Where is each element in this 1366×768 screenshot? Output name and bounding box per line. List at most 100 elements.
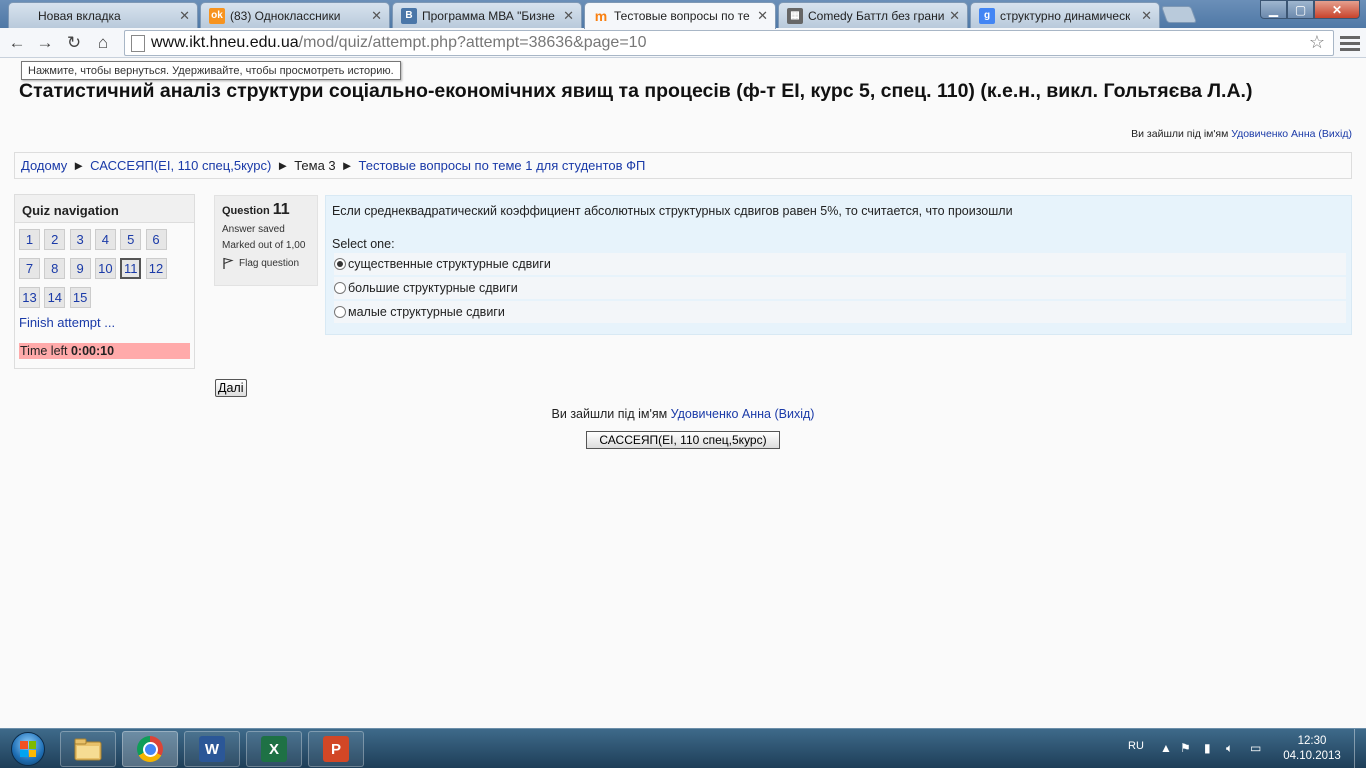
new-tab-button[interactable] xyxy=(1160,6,1198,23)
taskbar-excel[interactable]: X xyxy=(246,731,302,767)
quiz-navigation-title: Quiz navigation xyxy=(15,195,194,223)
google-icon: g xyxy=(979,7,995,24)
taskbar-chrome[interactable] xyxy=(122,731,178,767)
start-button[interactable] xyxy=(4,731,52,767)
quiz-nav-question-button[interactable]: 5 xyxy=(120,229,142,250)
quiz-nav-question-button[interactable]: 13 xyxy=(19,287,40,308)
quiz-nav-question-button[interactable]: 8 xyxy=(44,258,66,279)
language-indicator[interactable]: RU xyxy=(1128,740,1144,752)
browser-tabstrip: Новая вкладка ✕ ok (83) Одноклассники ✕ … xyxy=(0,0,1366,29)
clock-time: 12:30 xyxy=(1297,735,1327,747)
quiz-nav-question-button[interactable]: 11 xyxy=(120,258,142,279)
browser-tab[interactable]: ok (83) Одноклассники ✕ xyxy=(200,2,390,28)
close-tab-icon[interactable]: ✕ xyxy=(179,8,190,24)
taskbar-word[interactable]: W xyxy=(184,731,240,767)
user-profile-link[interactable]: Удовиченко Анна xyxy=(1231,128,1315,140)
chrome-icon xyxy=(137,736,163,762)
close-tab-icon[interactable]: ✕ xyxy=(371,8,382,24)
url-host: www.ikt.hneu.edu.ua xyxy=(151,34,299,51)
tab-title: Новая вкладка xyxy=(38,8,121,23)
browser-tab[interactable]: ▦ Comedy Баттл без грани ✕ xyxy=(778,2,968,28)
radio-button[interactable] xyxy=(334,282,346,294)
home-icon[interactable]: ⌂ xyxy=(92,32,114,54)
question-number: Question 11 xyxy=(222,201,310,219)
finish-attempt-link[interactable]: Finish attempt ... xyxy=(19,315,115,330)
moodle-icon: m xyxy=(594,8,608,24)
clock[interactable]: 12:30 04.10.2013 xyxy=(1282,734,1342,764)
close-tab-icon[interactable]: ✕ xyxy=(757,8,768,24)
question-status: Answer saved xyxy=(222,224,285,235)
answer-label[interactable]: существенные структурные сдвиги xyxy=(348,257,551,271)
browser-tab[interactable]: Новая вкладка ✕ xyxy=(8,2,198,28)
browser-tab-active[interactable]: m Тестовые вопросы по те ✕ xyxy=(584,2,776,29)
tab-title: структурно динамическ xyxy=(1000,8,1131,23)
taskbar-powerpoint[interactable]: P xyxy=(308,731,364,767)
close-tab-icon[interactable]: ✕ xyxy=(949,8,960,24)
bookmark-star-icon[interactable]: ☆ xyxy=(1309,32,1325,53)
close-tab-icon[interactable]: ✕ xyxy=(1141,8,1152,24)
close-tab-icon[interactable]: ✕ xyxy=(563,8,574,24)
answer-option[interactable]: большие структурные сдвиги xyxy=(334,277,1346,299)
browser-tab[interactable]: g структурно динамическ ✕ xyxy=(970,2,1160,28)
quiz-nav-question-button[interactable]: 7 xyxy=(19,258,40,279)
breadcrumb-topic: Тема 3 xyxy=(294,158,336,173)
tab-title: Программа МВА "Бизне xyxy=(422,8,555,23)
back-tooltip: Нажмите, чтобы вернуться. Удерживайте, ч… xyxy=(21,61,401,80)
answer-option[interactable]: существенные структурные сдвиги xyxy=(334,253,1346,275)
show-hidden-icons[interactable]: ▲ xyxy=(1160,741,1172,755)
quiz-nav-question-button[interactable]: 10 xyxy=(94,258,116,279)
user-profile-link[interactable]: Удовиченко Анна xyxy=(671,407,771,421)
logout-link[interactable]: (Вихід) xyxy=(775,407,815,421)
question-text: Если среднеквадратический коэффициент аб… xyxy=(332,204,1013,218)
show-desktop-button[interactable] xyxy=(1354,729,1366,768)
next-button[interactable]: Далі xyxy=(215,379,247,397)
answer-option[interactable]: малые структурные сдвиги xyxy=(334,301,1346,323)
breadcrumb: Додому ► САССЕЯП(ЕІ, 110 спец,5курс) ► Т… xyxy=(14,152,1352,179)
word-icon: W xyxy=(199,736,225,762)
question-number-value: 11 xyxy=(272,201,290,218)
battery-icon[interactable]: ▮ xyxy=(1204,741,1211,755)
quiz-nav-question-button[interactable]: 1 xyxy=(19,229,40,250)
quiz-nav-question-button[interactable]: 4 xyxy=(94,229,116,250)
time-left-value: 0:00:10 xyxy=(70,344,115,358)
time-left-label: Time left xyxy=(20,344,68,358)
radio-button[interactable] xyxy=(334,306,346,318)
quiz-nav-question-button[interactable]: 9 xyxy=(69,258,91,279)
question-info: Question 11 Answer saved Marked out of 1… xyxy=(214,195,318,286)
page-title: Статистичний аналіз структури соціально-… xyxy=(19,80,1253,102)
network-icon[interactable]: ▭ xyxy=(1250,741,1261,755)
minimize-button[interactable]: ▁ xyxy=(1260,0,1287,19)
clock-date: 04.10.2013 xyxy=(1283,750,1341,762)
radio-button[interactable] xyxy=(334,258,346,270)
tab-title: (83) Одноклассники xyxy=(230,8,341,23)
back-arrow-icon[interactable]: ← xyxy=(6,32,28,54)
logout-link[interactable]: (Вихід) xyxy=(1318,128,1352,140)
course-home-button[interactable]: САССЕЯП(ЕІ, 110 спец,5курс) xyxy=(586,431,780,449)
quiz-nav-question-button[interactable]: 14 xyxy=(44,287,66,308)
maximize-button[interactable]: ▢ xyxy=(1287,0,1314,19)
quiz-nav-question-button[interactable]: 12 xyxy=(145,258,167,279)
vk-icon: B xyxy=(401,7,417,24)
system-tray: RU ▲ ⚑ ▮ 🔈︎ ▭ 12:30 04.10.2013 xyxy=(1120,729,1366,768)
chrome-menu-icon[interactable] xyxy=(1340,32,1360,54)
forward-arrow-icon[interactable]: → xyxy=(34,32,56,54)
quiz-nav-question-button[interactable]: 6 xyxy=(145,229,167,250)
reload-icon[interactable]: ↻ xyxy=(63,32,85,54)
quiz-nav-question-button[interactable]: 2 xyxy=(44,229,66,250)
close-window-button[interactable]: ✕ xyxy=(1314,0,1360,19)
taskbar-explorer[interactable] xyxy=(60,731,116,767)
quiz-nav-question-button[interactable]: 3 xyxy=(69,229,91,250)
breadcrumb-home[interactable]: Додому xyxy=(21,158,67,173)
volume-icon[interactable]: 🔈︎ xyxy=(1226,741,1233,756)
browser-tab[interactable]: B Программа МВА "Бизне ✕ xyxy=(392,2,582,28)
breadcrumb-quiz[interactable]: Тестовые вопросы по теме 1 для студентов… xyxy=(359,158,646,173)
answer-label[interactable]: большие структурные сдвиги xyxy=(348,281,518,295)
quiz-nav-question-button[interactable]: 15 xyxy=(69,287,91,308)
question-marks: Marked out of 1,00 xyxy=(222,240,306,251)
flag-question-button[interactable]: Flag question xyxy=(222,257,310,270)
address-bar[interactable]: www.ikt.hneu.edu.ua/mod/quiz/attempt.php… xyxy=(124,30,1334,56)
answer-label[interactable]: малые структурные сдвиги xyxy=(348,305,505,319)
windows-logo-icon xyxy=(11,732,45,766)
breadcrumb-course[interactable]: САССЕЯП(ЕІ, 110 спец,5курс) xyxy=(90,158,271,173)
flag-tray-icon[interactable]: ⚑ xyxy=(1180,741,1191,755)
